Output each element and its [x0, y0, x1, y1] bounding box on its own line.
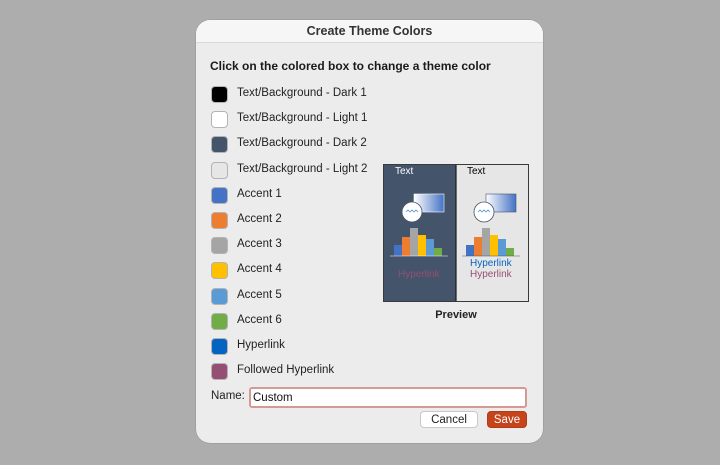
preview-label: Preview [435, 309, 477, 321]
name-input[interactable] [249, 387, 527, 408]
preview-light-followed-hyperlink: Hyperlink [470, 269, 513, 280]
color-swatch-button[interactable] [211, 111, 228, 129]
preview-light-text: Text [467, 166, 486, 177]
preview-graphic: Text Hyperlink Text Hyperlink Hyperlink [384, 165, 528, 301]
color-label: Hyperlink [237, 339, 285, 351]
dialog-title: Create Theme Colors [196, 20, 543, 43]
color-label: Accent 4 [237, 263, 282, 276]
color-swatch-button[interactable] [211, 136, 228, 154]
theme-color-row: Hyperlink [211, 338, 371, 358]
theme-color-row: Accent 5 [211, 287, 371, 308]
color-label: Accent 1 [237, 187, 282, 200]
create-theme-colors-dialog: Create Theme Colors Click on the colored… [196, 20, 543, 443]
color-swatch-button[interactable] [211, 363, 228, 381]
theme-preview: Text Hyperlink Text Hyperlink Hyperlink [383, 164, 529, 302]
name-label: Name: [211, 390, 245, 402]
preview-dark-text: Text [395, 166, 414, 177]
theme-color-row: Accent 3 [211, 237, 371, 257]
color-swatch-button[interactable] [211, 287, 228, 305]
color-swatch-button[interactable] [211, 86, 228, 103]
color-swatch-button[interactable] [211, 212, 228, 229]
color-swatch-button[interactable] [211, 161, 228, 179]
color-label: Followed Hyperlink [237, 364, 335, 377]
color-label: Text/Background - Dark 2 [237, 137, 367, 150]
theme-color-row: Accent 1 [211, 186, 371, 207]
theme-color-row: Accent 2 [211, 212, 371, 232]
preview-dark-hyperlink: Hyperlink [398, 269, 441, 280]
color-label: Text/Background - Light 1 [237, 112, 368, 125]
preview-dark-circle [401, 201, 423, 223]
theme-color-row: Accent 6 [211, 312, 371, 333]
color-label: Accent 5 [237, 288, 282, 301]
theme-color-row: Followed Hyperlink [211, 363, 371, 383]
color-label: Text/Background - Light 2 [237, 162, 368, 175]
cancel-button[interactable]: Cancel [420, 411, 478, 428]
preview-light-hyperlink: Hyperlink [470, 258, 513, 269]
preview-light-panel [456, 165, 528, 301]
color-label: Accent 2 [237, 213, 282, 225]
color-swatch-button[interactable] [211, 338, 228, 355]
color-swatch-button[interactable] [211, 186, 228, 204]
save-button[interactable]: Save [487, 411, 527, 428]
preview-dark-panel [384, 165, 456, 301]
color-label: Accent 3 [237, 238, 282, 251]
instruction-text: Click on the colored box to change a the… [210, 59, 491, 73]
preview-light-circle [473, 201, 495, 223]
color-swatch-button[interactable] [211, 237, 228, 255]
color-label: Text/Background - Dark 1 [237, 87, 367, 99]
theme-color-row: Text/Background - Dark 1 [211, 86, 371, 106]
theme-color-row: Accent 4 [211, 262, 371, 282]
theme-color-row: Text/Background - Light 2 [211, 161, 371, 182]
color-swatch-button[interactable] [211, 262, 228, 280]
theme-color-row: Text/Background - Light 1 [211, 111, 371, 131]
color-label: Accent 6 [237, 313, 282, 326]
color-swatch-button[interactable] [211, 312, 228, 330]
theme-color-row: Text/Background - Dark 2 [211, 136, 371, 156]
